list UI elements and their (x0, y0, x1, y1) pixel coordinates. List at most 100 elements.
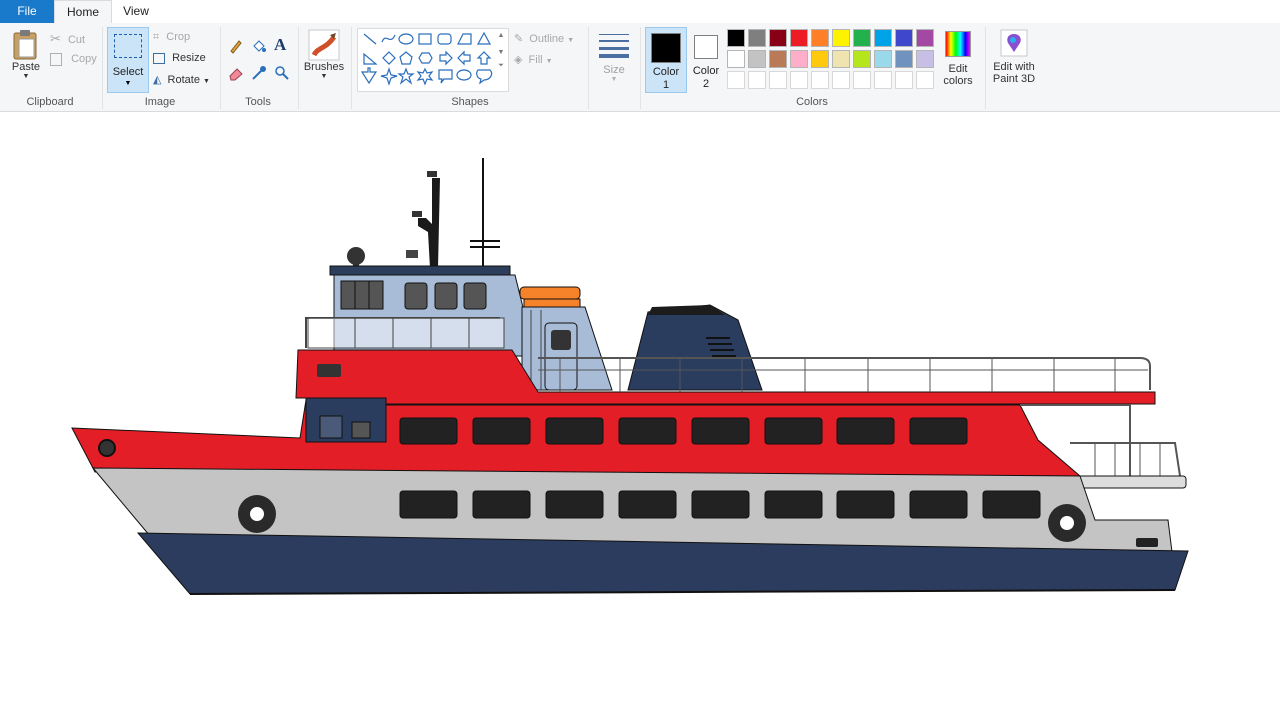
crop-button[interactable]: ⌗ Crop (153, 31, 190, 44)
ferry-boat-drawing (71, 158, 1189, 595)
chevron-down-icon: ▼ (567, 37, 575, 44)
select-label: Select (112, 66, 144, 78)
copy-button[interactable]: Copy (50, 53, 97, 66)
custom-color-swatch[interactable] (895, 71, 913, 89)
paste-label: Paste (11, 61, 41, 73)
eraser-icon[interactable] (228, 65, 244, 81)
fill-bucket-icon[interactable] (251, 38, 267, 54)
custom-color-swatch[interactable] (790, 71, 808, 89)
color2-swatch (694, 35, 718, 59)
chevron-up-icon: ▲ (497, 32, 505, 39)
custom-color-swatch[interactable] (769, 71, 787, 89)
resize-button[interactable]: Resize (153, 52, 206, 64)
scissors-icon: ✂ (50, 31, 61, 46)
text-icon[interactable]: A (274, 35, 286, 55)
paint3d-icon (1000, 29, 1028, 57)
tools-group-label: Tools (245, 96, 271, 108)
crop-label: Crop (166, 31, 191, 43)
color2-button[interactable]: Color 2 (686, 27, 726, 91)
group-divider (640, 27, 641, 109)
palette-swatch[interactable] (895, 50, 913, 68)
custom-color-swatch[interactable] (748, 71, 766, 89)
image-group-label: Image (144, 96, 176, 108)
copy-label: Copy (71, 53, 97, 66)
custom-color-swatch[interactable] (874, 71, 892, 89)
rotate-button[interactable]: ◭ Rotate ▼ (153, 73, 210, 86)
palette-swatch[interactable] (916, 29, 934, 47)
pencil-icon[interactable] (228, 38, 244, 54)
resize-label: Resize (172, 52, 206, 64)
palette-swatch[interactable] (790, 50, 808, 68)
copy-icon (50, 53, 62, 66)
palette-swatch[interactable] (727, 29, 745, 47)
edit-colors-label-2: colors (943, 75, 973, 87)
ribbon-tab-bar: File Home View (0, 0, 1280, 25)
palette-swatch[interactable] (811, 29, 829, 47)
fill-label: Fill (528, 54, 543, 66)
palette-swatch[interactable] (790, 29, 808, 47)
shapes-gallery[interactable] (357, 28, 509, 92)
color1-button[interactable]: Color 1 (645, 27, 687, 93)
outline-button[interactable]: ✎ Outline ▼ (514, 32, 574, 45)
palette-swatch[interactable] (748, 29, 766, 47)
group-divider (985, 27, 986, 109)
crop-icon: ⌗ (153, 31, 160, 43)
resize-icon (153, 52, 165, 64)
palette-swatch[interactable] (874, 29, 892, 47)
expand-icon: ⏷ (498, 62, 504, 69)
shapes-scroll[interactable]: ▲ ▼ ⏷ (495, 28, 507, 90)
brushes-button[interactable]: Brushes ▼ (302, 27, 346, 91)
palette-swatch[interactable] (832, 29, 850, 47)
select-button[interactable]: Select ▼ (107, 27, 149, 93)
tab-home[interactable]: Home (54, 0, 112, 25)
palette-swatch[interactable] (769, 50, 787, 68)
custom-color-swatch[interactable] (811, 71, 829, 89)
custom-color-swatch[interactable] (916, 71, 934, 89)
tab-view[interactable]: View (110, 0, 162, 23)
colors-group-label: Colors (796, 96, 828, 108)
chevron-down-icon: ▼ (545, 58, 553, 65)
paste-icon (13, 30, 37, 60)
custom-color-swatch[interactable] (853, 71, 871, 89)
edit-colors-label-1: Edit (948, 63, 968, 75)
chevron-down-icon: ▼ (203, 78, 210, 85)
palette-swatch[interactable] (832, 50, 850, 68)
tab-file[interactable]: File (0, 0, 54, 23)
palette-swatch[interactable] (748, 50, 766, 68)
magnifier-icon[interactable] (274, 65, 290, 81)
cut-button[interactable]: ✂ Cut (50, 31, 85, 47)
paint3d-label-2: Paint 3D (992, 73, 1036, 85)
group-divider (588, 27, 589, 109)
size-button[interactable]: Size ▼ (594, 27, 634, 91)
color1-label: Color (652, 66, 680, 78)
rotate-label: Rotate (167, 74, 200, 86)
cut-label: Cut (67, 34, 86, 46)
color-picker-icon[interactable] (251, 65, 267, 81)
group-divider (102, 27, 103, 109)
palette-swatch[interactable] (727, 50, 745, 68)
palette-swatch[interactable] (853, 29, 871, 47)
outline-icon: ✎ (514, 33, 524, 45)
color-palette (727, 29, 939, 93)
paste-button[interactable]: Paste ▼ (6, 27, 46, 91)
color2-label: Color (692, 65, 720, 77)
palette-swatch[interactable] (895, 29, 913, 47)
chevron-down-icon: ▼ (22, 73, 30, 80)
custom-color-swatch[interactable] (727, 71, 745, 89)
line-size-icon (599, 34, 629, 58)
fill-button[interactable]: ◈ Fill ▼ (514, 53, 553, 66)
edit-colors-button[interactable]: Edit colors (938, 27, 978, 91)
chevron-down-icon: ▼ (320, 73, 328, 80)
palette-swatch[interactable] (811, 50, 829, 68)
color1-number: 1 (662, 79, 670, 91)
drawing-canvas[interactable] (0, 112, 1280, 720)
group-divider (220, 27, 221, 109)
palette-swatch[interactable] (916, 50, 934, 68)
rotate-icon: ◭ (153, 74, 162, 86)
palette-swatch[interactable] (769, 29, 787, 47)
color1-swatch (651, 33, 681, 63)
palette-swatch[interactable] (853, 50, 871, 68)
edit-with-paint3d-button[interactable]: Edit with Paint 3D (988, 27, 1040, 91)
palette-swatch[interactable] (874, 50, 892, 68)
custom-color-swatch[interactable] (832, 71, 850, 89)
